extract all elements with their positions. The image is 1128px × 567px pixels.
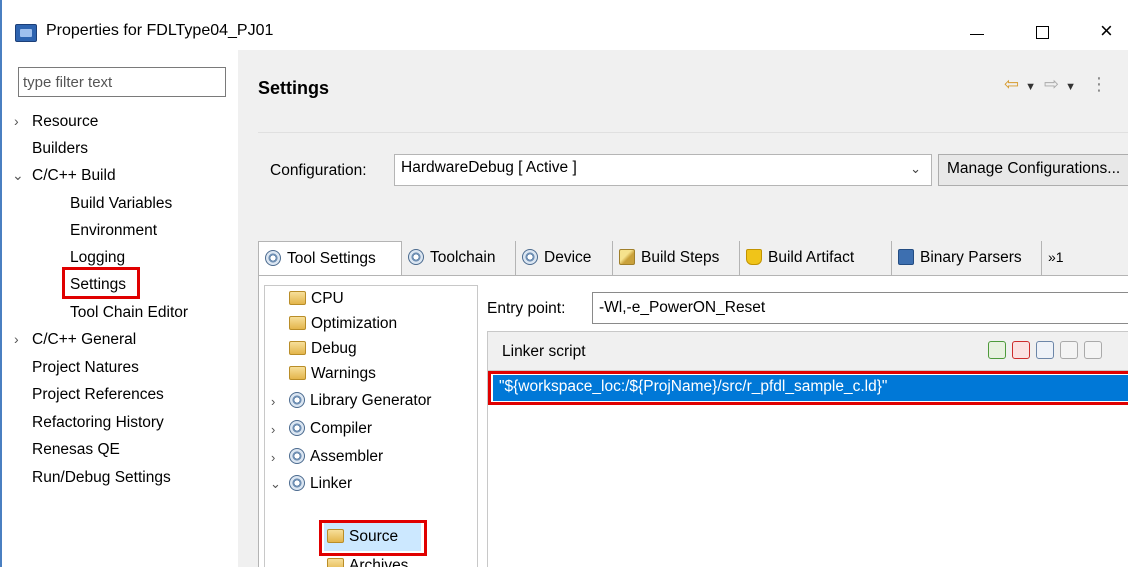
entry-point-input[interactable] [592, 292, 1128, 324]
tree-item-builders[interactable]: Builders [32, 140, 88, 158]
gear-icon [289, 448, 305, 464]
tool-item-debug[interactable]: Debug [289, 340, 357, 358]
tab-device[interactable]: Device [516, 241, 613, 275]
history-nav: ⇦ ▼ ⇨ ▼ ⋮ [1004, 74, 1108, 95]
tool-item-assembler[interactable]: Assembler [289, 448, 383, 466]
chevron-down-icon[interactable]: ⌄ [12, 167, 24, 184]
tool-item-linker[interactable]: Linker [289, 475, 352, 493]
chevron-right-icon[interactable]: › [271, 422, 275, 437]
trophy-icon [746, 249, 762, 265]
highlight-box-settings [62, 267, 140, 299]
property-tree-pane: › Resource Builders ⌄ C/C++ Build Build … [2, 50, 238, 567]
forward-arrow-icon[interactable]: ⇨ [1044, 74, 1059, 94]
back-arrow-icon[interactable]: ⇦ [1004, 74, 1019, 94]
tab-label: Binary Parsers [920, 249, 1022, 266]
tab-tool-settings[interactable]: Tool Settings [258, 241, 402, 276]
minimize-button[interactable] [970, 34, 984, 35]
folder-icon [327, 558, 344, 567]
page-title: Settings [258, 78, 330, 98]
tree-item-project-natures[interactable]: Project Natures [32, 359, 139, 377]
entry-point-label: Entry point: [487, 300, 566, 317]
tab-label: Toolchain [430, 249, 496, 266]
tree-item-environment[interactable]: Environment [70, 222, 157, 240]
tool-item-cpu[interactable]: CPU [289, 290, 344, 308]
linker-script-label: Linker script [502, 343, 586, 360]
header-divider [258, 132, 1128, 133]
move-up-icon[interactable] [1060, 341, 1078, 360]
tool-item-library-generator[interactable]: Library Generator [289, 392, 431, 410]
highlight-box-linker-script [488, 371, 1128, 405]
chevron-down-icon[interactable]: ⌄ [270, 476, 281, 492]
filter-input[interactable] [18, 67, 226, 97]
gear-icon [289, 392, 305, 408]
delete-icon[interactable] [1012, 341, 1030, 360]
folder-icon [289, 366, 306, 380]
tab-label: Build Artifact [768, 249, 855, 266]
chevron-right-icon[interactable]: › [271, 394, 275, 409]
tab-label: Device [544, 249, 592, 266]
tab-build-steps[interactable]: Build Steps [613, 241, 740, 275]
tab-label: Tool Settings [287, 250, 376, 267]
add-icon[interactable] [988, 341, 1006, 360]
tool-item-compiler[interactable]: Compiler [289, 420, 372, 438]
settings-tabs: Tool Settings Toolchain Device Build Ste… [258, 241, 1128, 276]
tree-item-tool-chain-editor[interactable]: Tool Chain Editor [70, 304, 188, 322]
title-bar[interactable]: Properties for FDLType04_PJ01 × [2, 0, 1128, 50]
list-toolbar [988, 341, 1108, 360]
window-title: Properties for FDLType04_PJ01 [46, 22, 274, 39]
configuration-value: HardwareDebug [ Active ] [401, 159, 577, 176]
tree-item-refactoring-history[interactable]: Refactoring History [32, 414, 164, 432]
highlight-box-source [319, 520, 427, 556]
chevron-right-icon[interactable]: › [14, 113, 19, 129]
gear-icon [289, 420, 305, 436]
gear-icon [265, 250, 281, 266]
tab-binary-parsers[interactable]: Binary Parsers [892, 241, 1042, 275]
folder-icon [289, 316, 306, 330]
tree-item-cpp-build[interactable]: C/C++ Build [32, 167, 116, 185]
tree-item-run-debug-settings[interactable]: Run/Debug Settings [32, 469, 171, 487]
app-icon [15, 24, 37, 42]
settings-page: Settings ⇦ ▼ ⇨ ▼ ⋮ Configuration: HardwareDe… [242, 50, 1128, 567]
tree-item-renesas-qe[interactable]: Renesas QE [32, 441, 120, 459]
edit-icon[interactable] [1036, 341, 1054, 360]
linker-script-list: Linker script "${workspace_loc:/${ProjNa… [487, 331, 1128, 567]
maximize-button[interactable] [1036, 26, 1049, 39]
build-steps-icon [619, 249, 635, 265]
chevron-down-icon: ⌄ [910, 161, 921, 176]
tab-label: Build Steps [641, 249, 720, 266]
tool-item-archives[interactable]: Archives [327, 557, 408, 567]
tree-item-cpp-general[interactable]: C/C++ General [32, 331, 136, 349]
properties-window: Properties for FDLType04_PJ01 × › Resour… [0, 0, 1128, 567]
folder-icon [289, 341, 306, 355]
tree-item-build-variables[interactable]: Build Variables [70, 195, 172, 213]
tool-item-optimization[interactable]: Optimization [289, 315, 397, 333]
close-button[interactable]: × [1100, 18, 1113, 44]
configuration-label: Configuration: [270, 162, 367, 179]
binary-icon [898, 249, 914, 265]
tab-overflow[interactable]: »1 [1042, 241, 1084, 275]
tab-toolchain[interactable]: Toolchain [402, 241, 516, 275]
back-dropdown-icon[interactable]: ▼ [1025, 81, 1036, 93]
gear-icon [522, 249, 538, 265]
tree-item-resource[interactable]: Resource [32, 113, 98, 131]
manage-configurations-button[interactable]: Manage Configurations... [938, 154, 1128, 186]
tree-item-logging[interactable]: Logging [70, 249, 125, 267]
gear-icon [289, 475, 305, 491]
chevron-right-icon[interactable]: › [271, 450, 275, 465]
configuration-select[interactable]: HardwareDebug [ Active ] ⌄ [394, 154, 932, 186]
folder-icon [289, 291, 306, 305]
gear-icon [408, 249, 424, 265]
move-down-icon[interactable] [1084, 341, 1102, 360]
tab-build-artifact[interactable]: Build Artifact [740, 241, 892, 275]
tool-item-warnings[interactable]: Warnings [289, 365, 376, 383]
view-menu-icon[interactable]: ⋮ [1090, 74, 1108, 94]
tool-settings-tree: CPU Optimization Debug Warnings › Librar… [264, 285, 478, 567]
chevron-right-icon[interactable]: › [14, 331, 19, 347]
tab-content: CPU Optimization Debug Warnings › Librar… [258, 275, 1128, 567]
linker-script-header: Linker script [488, 332, 1128, 371]
forward-dropdown-icon[interactable]: ▼ [1065, 81, 1076, 93]
tree-item-project-references[interactable]: Project References [32, 386, 164, 404]
